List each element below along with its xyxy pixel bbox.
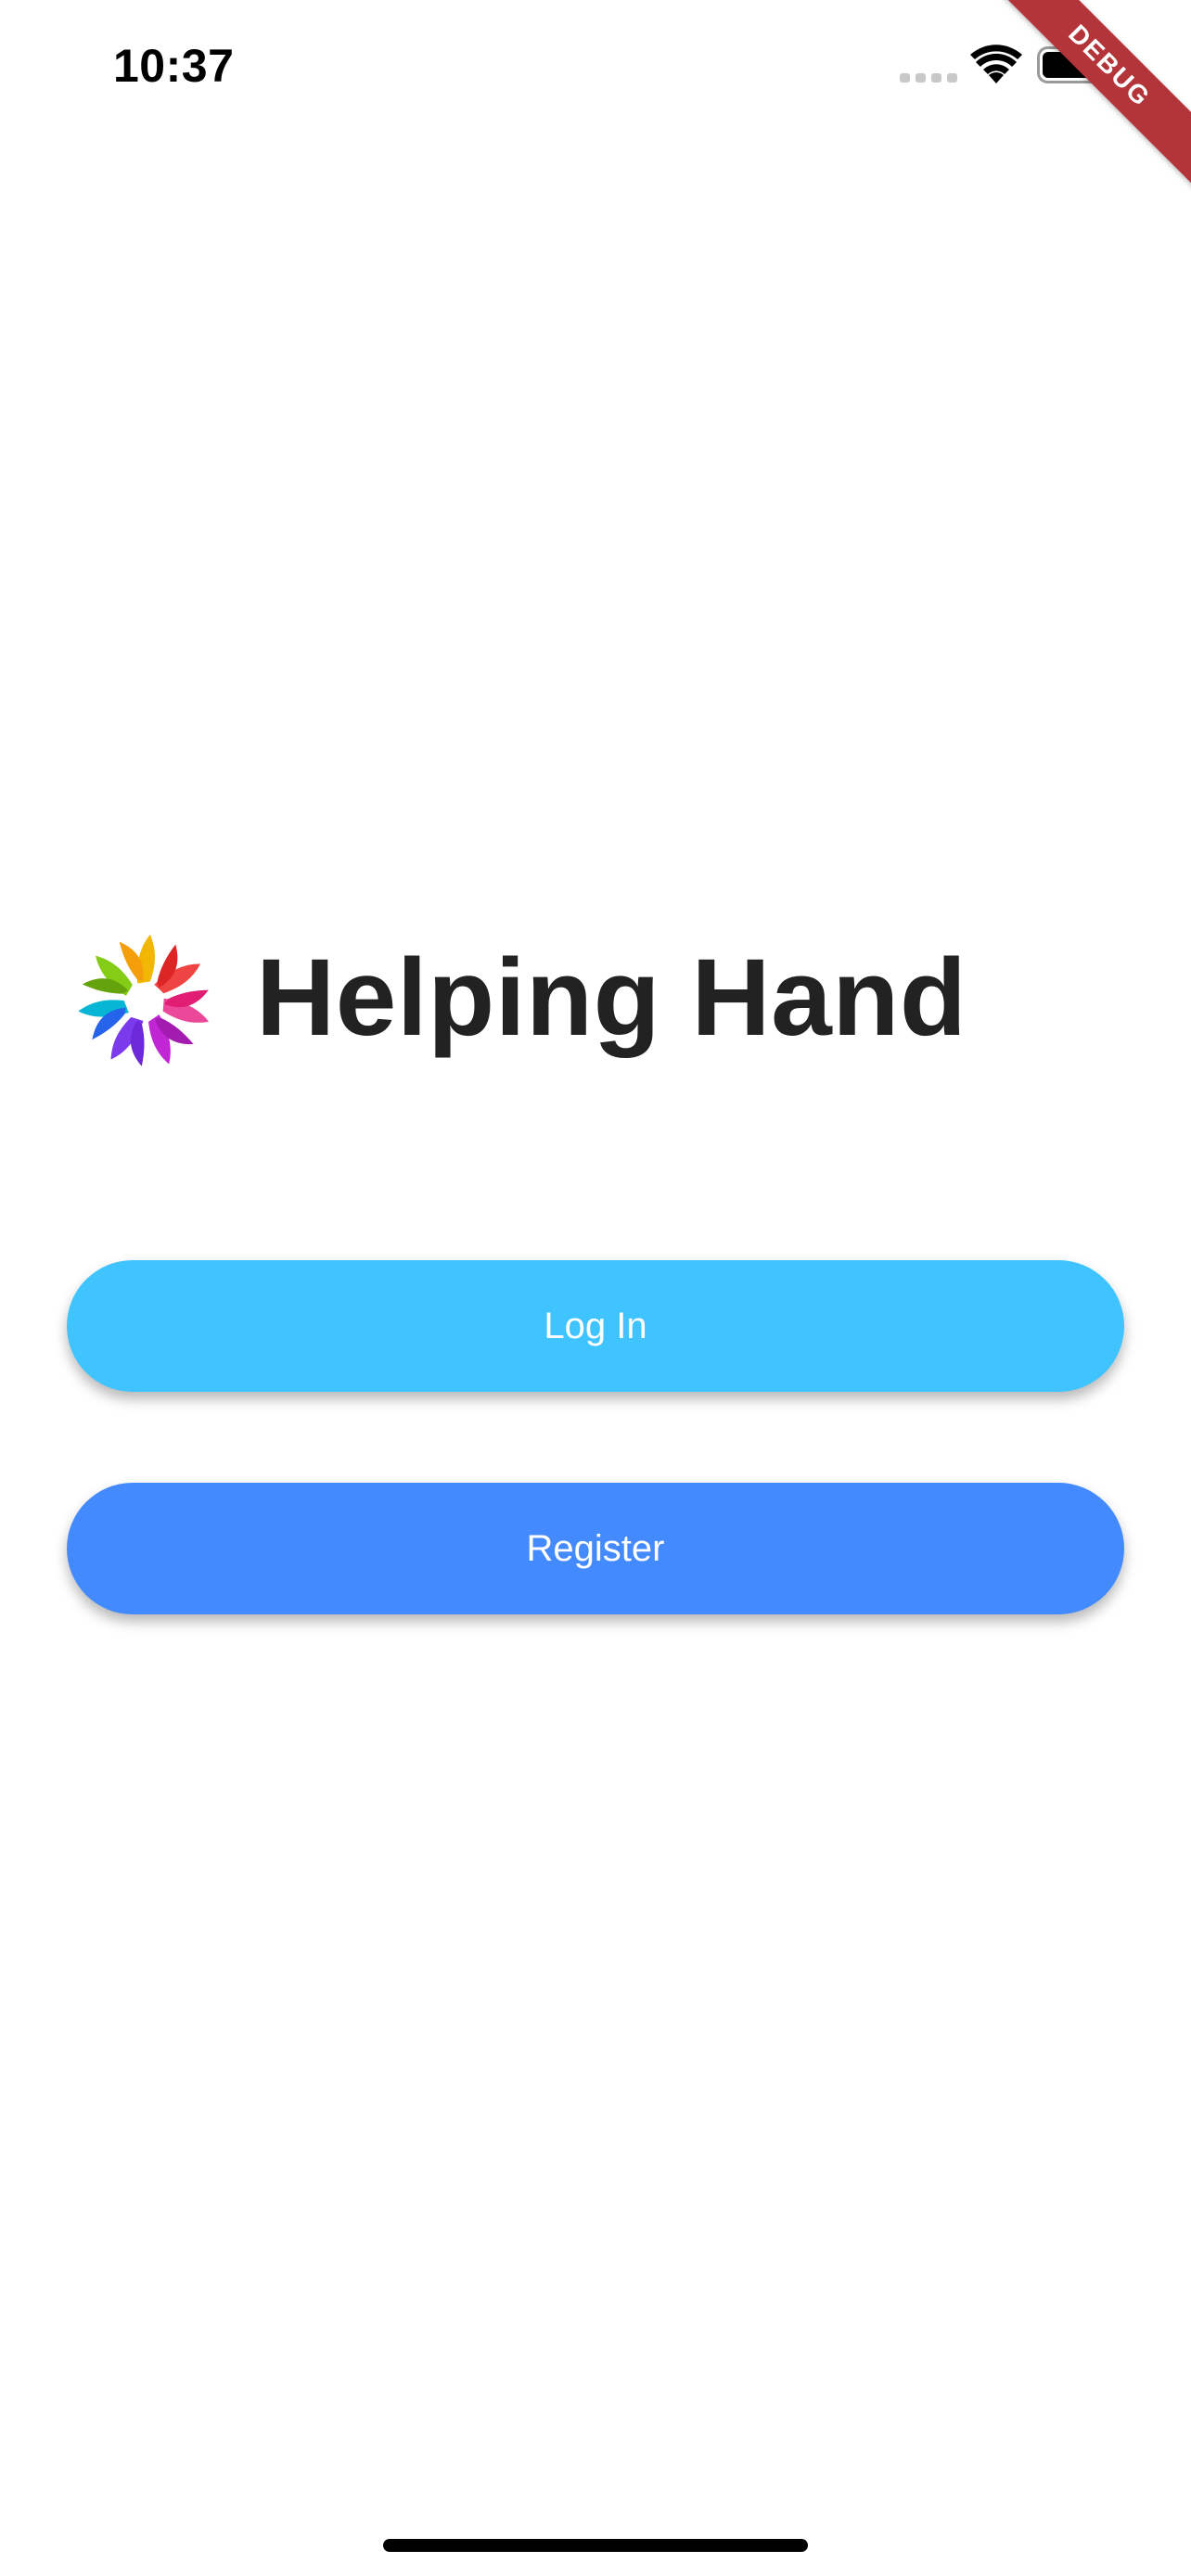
status-bar: 10:37	[0, 0, 1191, 130]
wifi-icon	[970, 45, 1022, 83]
login-button[interactable]: Log In	[67, 1260, 1124, 1392]
home-indicator[interactable]	[383, 2539, 808, 2552]
hands-circle-logo-icon	[78, 934, 210, 1066]
signal-icon	[900, 73, 957, 83]
app-title: Helping Hand	[256, 937, 967, 1059]
status-time: 10:37	[113, 40, 235, 92]
register-button[interactable]: Register	[67, 1483, 1124, 1614]
brand-header: Helping Hand	[72, 924, 1121, 1072]
